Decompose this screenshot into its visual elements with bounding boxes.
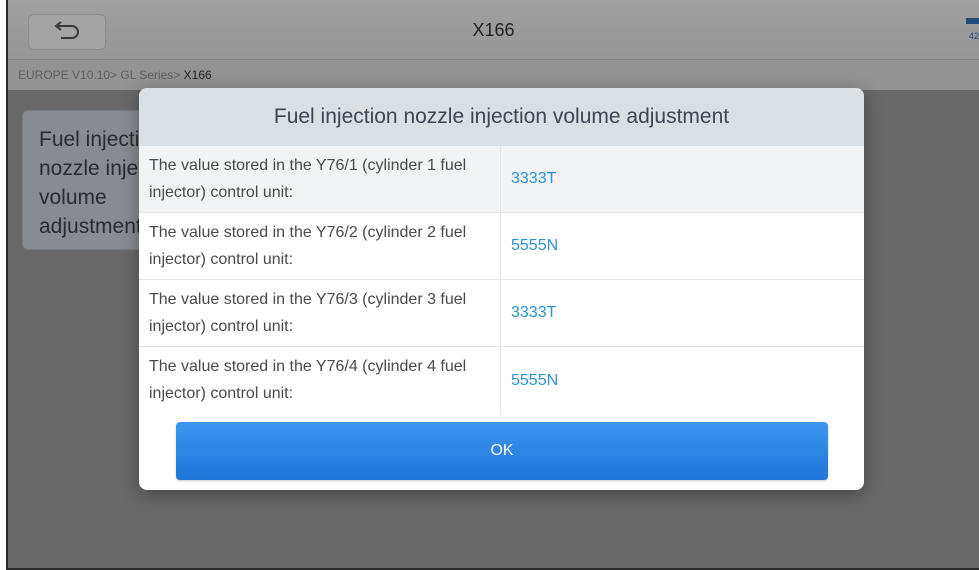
row-value: 3333T: [511, 170, 557, 187]
dialog-title: Fuel injection nozzle injection volume a…: [139, 88, 864, 146]
row-value: 5555N: [511, 237, 559, 254]
row-value: 5555N: [511, 371, 559, 389]
row-label: The value stored in the Y76/2 (cylinder …: [139, 213, 501, 279]
adjustment-dialog: Fuel injection nozzle injection volume a…: [139, 88, 864, 490]
app-window: X166 42 EUROPE V10.10> GL Series> X166 F…: [6, 0, 979, 570]
row-label: The value stored in the Y76/4 (cylinder …: [139, 347, 501, 414]
table-row: The value stored in the Y76/4 (cylinder …: [139, 347, 864, 414]
ok-button[interactable]: OK: [176, 422, 828, 480]
value-table: The value stored in the Y76/1 (cylinder …: [139, 146, 864, 414]
table-row: The value stored in the Y76/2 (cylinder …: [139, 213, 864, 280]
row-value: 3333T: [511, 304, 557, 321]
row-label: The value stored in the Y76/3 (cylinder …: [139, 280, 501, 346]
table-row: The value stored in the Y76/3 (cylinder …: [139, 280, 864, 347]
table-row: The value stored in the Y76/1 (cylinder …: [139, 146, 864, 213]
row-label: The value stored in the Y76/1 (cylinder …: [139, 146, 501, 212]
